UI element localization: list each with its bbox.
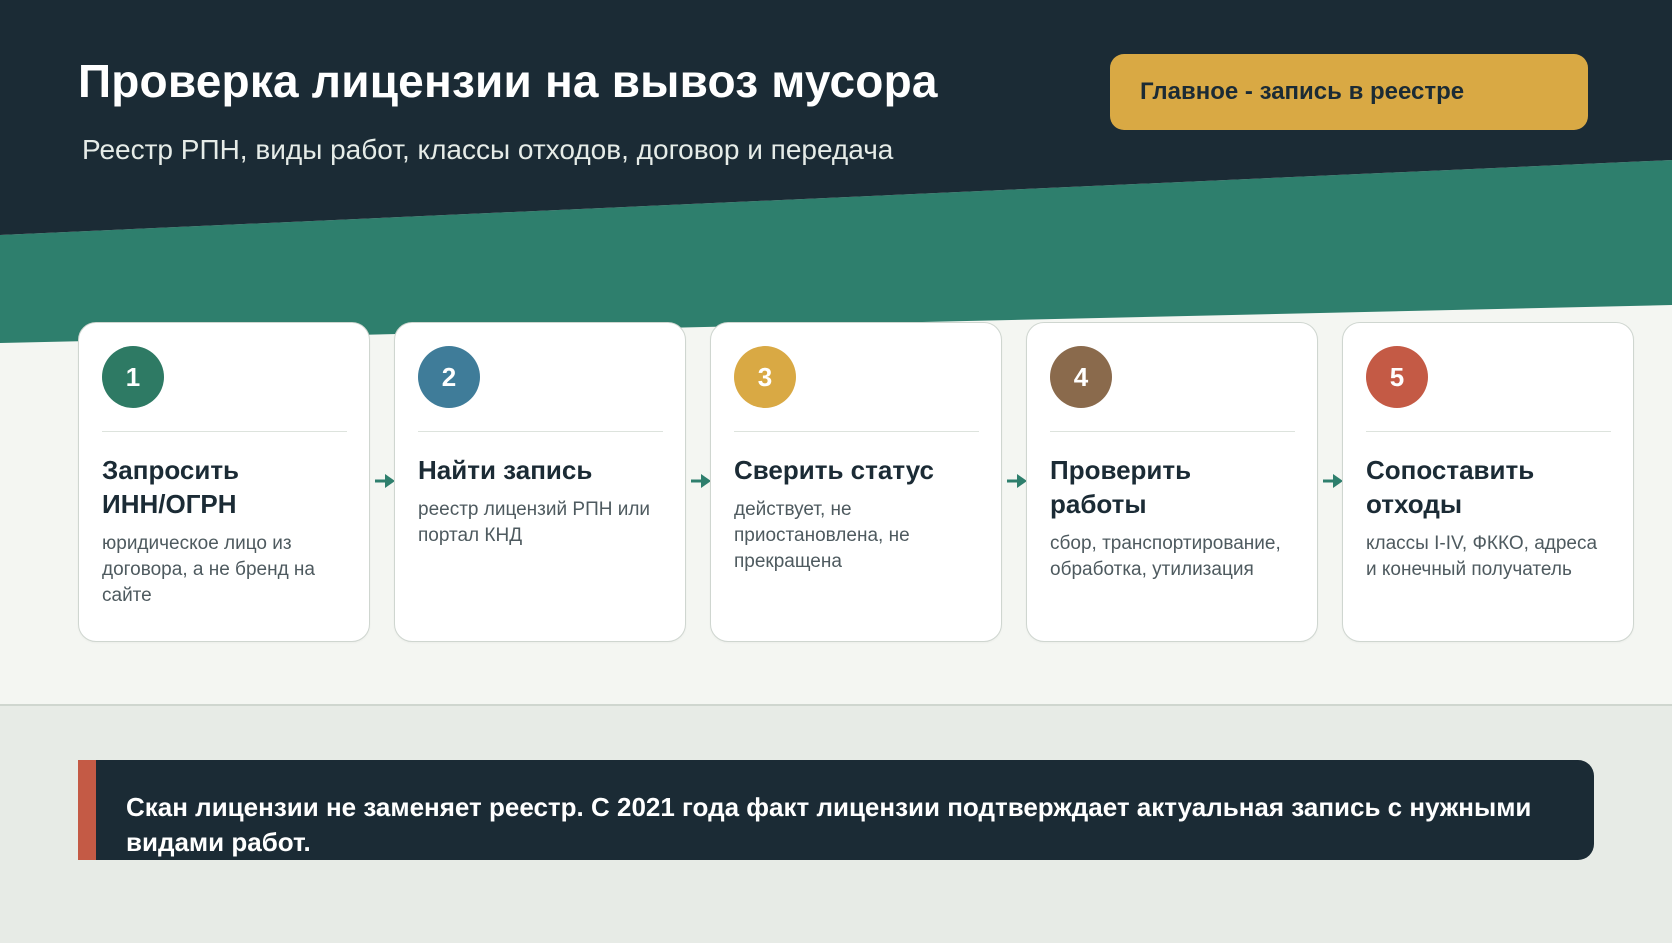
step-description: сбор, транспортирование, обработка, утил…	[1050, 533, 1281, 580]
step-number-badge: 2	[418, 346, 480, 408]
divider	[734, 431, 979, 432]
arrow-right-icon	[691, 474, 711, 488]
step-number-badge: 5	[1366, 346, 1428, 408]
divider	[1366, 431, 1611, 432]
arrow-right-icon	[375, 474, 395, 488]
step-card-5: 5 Сопоставить отходы классы I-IV, ФККО, …	[1342, 322, 1634, 642]
step-number-badge: 4	[1050, 346, 1112, 408]
step-card-2: 2 Найти запись реестр лицензий РПН или п…	[394, 322, 686, 642]
step-card-4: 4 Проверить работы сбор, транспортирован…	[1026, 322, 1318, 642]
step-title: Проверить работы	[1050, 455, 1192, 519]
arrow-right-icon	[1007, 474, 1027, 488]
note-accent-bar	[78, 760, 96, 860]
arrow-right-icon	[1323, 474, 1343, 488]
page-title: Проверка лицензии на вывоз мусора	[78, 55, 938, 107]
key-point-badge: Главное - запись в реестре	[1110, 54, 1588, 130]
divider	[102, 431, 347, 432]
step-card-3: 3 Сверить статус действует, не приостано…	[710, 322, 1002, 642]
step-title: Найти запись	[418, 455, 593, 485]
divider	[1050, 431, 1295, 432]
step-description: классы I-IV, ФККО, адреса и конечный пол…	[1366, 533, 1598, 580]
step-card-1: 1 Запросить ИНН/ОГРН юридическое лицо из…	[78, 322, 370, 642]
step-title: Запросить ИНН/ОГРН	[102, 455, 240, 519]
page-subtitle: Реестр РПН, виды работ, классы отходов, …	[82, 134, 894, 165]
step-number-badge: 1	[102, 346, 164, 408]
step-description: реестр лицензий РПН или портал КНД	[418, 499, 651, 546]
step-number-badge: 3	[734, 346, 796, 408]
step-description: юридическое лицо из договора, а не бренд…	[102, 533, 315, 606]
note-callout: Скан лицензии не заменяет реестр. С 2021…	[78, 760, 1594, 860]
step-title: Сопоставить отходы	[1366, 455, 1535, 519]
step-title: Сверить статус	[734, 455, 934, 485]
note-text: Скан лицензии не заменяет реестр. С 2021…	[126, 792, 1532, 857]
divider	[418, 431, 663, 432]
step-description: действует, не приостановлена, не прекращ…	[734, 499, 910, 572]
